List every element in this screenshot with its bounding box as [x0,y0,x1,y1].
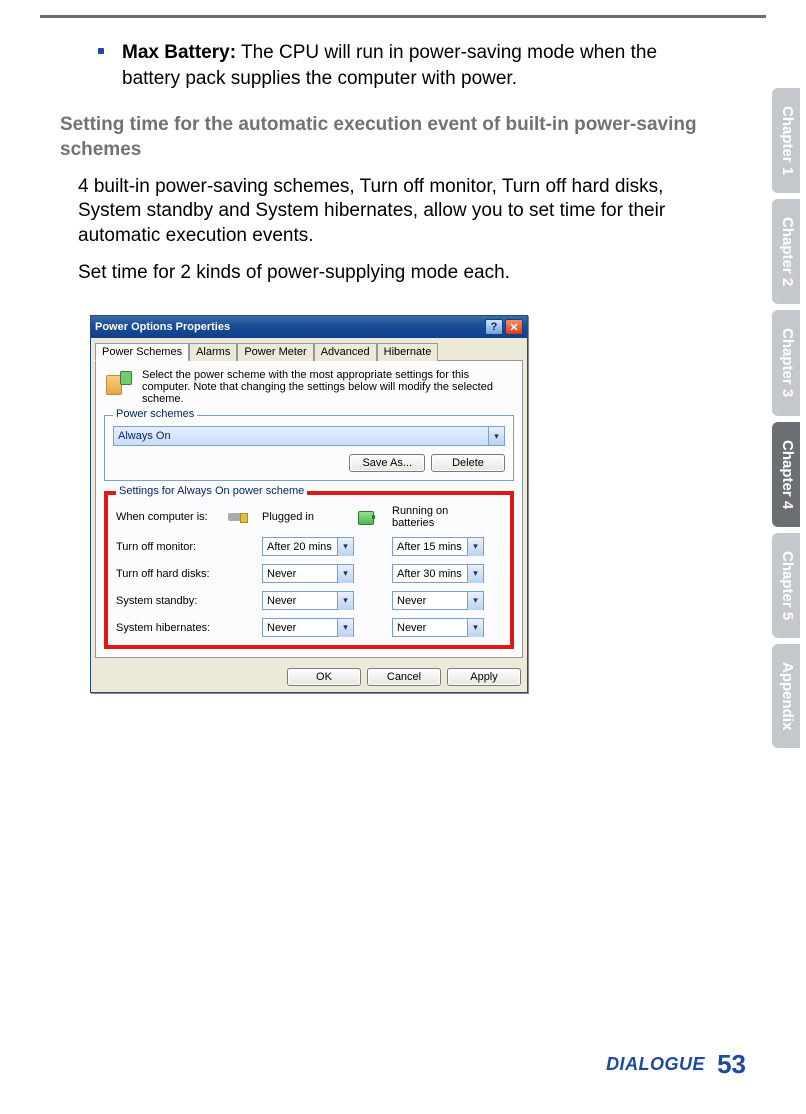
tab-panel: Select the power scheme with the most ap… [95,360,523,658]
panel-description-row: Select the power scheme with the most ap… [104,369,514,405]
hibernate-battery-select[interactable]: Never ▾ [392,618,484,637]
side-tab-chapter-3[interactable]: Chapter 3 [772,310,800,415]
side-tab-appendix[interactable]: Appendix [772,644,800,748]
select-value: Never [397,622,426,634]
page-number: 53 [717,1049,746,1080]
side-tabs: Chapter 1 Chapter 2 Chapter 3 Chapter 4 … [772,88,800,748]
select-value: Never [267,622,296,634]
close-button[interactable]: ✕ [505,319,523,335]
dialog-tabbar: Power Schemes Alarms Power Meter Advance… [91,338,527,360]
row-label: Turn off hard disks: [116,568,226,580]
paragraph-2: Set time for 2 kinds of power-supplying … [78,261,720,286]
section-heading: Setting time for the automatic execution… [60,113,720,162]
side-tab-chapter-2[interactable]: Chapter 2 [772,199,800,304]
select-value: Never [397,595,426,607]
chevron-down-icon: ▾ [467,592,483,610]
chevron-down-icon: ▾ [467,538,483,556]
standby-plugged-select[interactable]: Never ▾ [262,591,354,610]
delete-button[interactable]: Delete [431,454,505,472]
select-value: Never [267,568,296,580]
chevron-down-icon: ▾ [337,592,353,610]
tab-hibernate[interactable]: Hibernate [377,343,439,361]
page-content: Max Battery: The CPU will run in power-s… [60,40,720,693]
side-tab-chapter-4[interactable]: Chapter 4 [772,422,800,527]
turn-off-monitor-battery-select[interactable]: After 15 mins ▾ [392,537,484,556]
select-value: Never [267,595,296,607]
chevron-down-icon: ▾ [467,619,483,637]
brand-logo: DIALOGUE [606,1054,705,1075]
power-schemes-legend: Power schemes [113,408,197,420]
settings-grid: When computer is: Plugged in Running on … [116,505,502,637]
ok-button[interactable]: OK [287,668,361,686]
row-label: System standby: [116,595,226,607]
bullet-title: Max Battery: [122,42,236,63]
top-rule [40,15,766,18]
help-button[interactable]: ? [485,319,503,335]
tab-alarms[interactable]: Alarms [189,343,237,361]
hibernate-plugged-select[interactable]: Never ▾ [262,618,354,637]
tab-power-schemes[interactable]: Power Schemes [95,343,189,361]
bullet-text: Max Battery: The CPU will run in power-s… [122,40,720,91]
row-label: System hibernates: [116,622,226,634]
tab-advanced[interactable]: Advanced [314,343,377,361]
cancel-button[interactable]: Cancel [367,668,441,686]
dialog-title: Power Options Properties [95,321,230,333]
settings-fieldset: Settings for Always On power scheme When… [104,491,514,649]
chevron-down-icon: ▾ [337,565,353,583]
page-footer: DIALOGUE 53 [606,1049,746,1080]
select-value: After 20 mins [267,541,332,553]
power-icon [104,369,134,399]
power-schemes-fieldset: Power schemes Always On ▾ Save As... Del… [104,415,514,481]
plug-icon [226,507,250,527]
panel-description: Select the power scheme with the most ap… [142,369,514,405]
paragraph-1: 4 built-in power-saving schemes, Turn of… [78,175,720,249]
chevron-down-icon: ▾ [337,538,353,556]
turn-off-hdd-battery-select[interactable]: After 30 mins ▾ [392,564,484,583]
battery-icon [356,507,380,527]
side-tab-chapter-5[interactable]: Chapter 5 [772,533,800,638]
col2-header: Running on batteries [392,505,476,529]
power-scheme-select[interactable]: Always On ▾ [113,426,505,446]
chevron-down-icon: ▾ [467,565,483,583]
col1-header: Plugged in [262,511,342,523]
tab-power-meter[interactable]: Power Meter [237,343,313,361]
dialog-titlebar[interactable]: Power Options Properties ? ✕ [91,316,527,338]
apply-button[interactable]: Apply [447,668,521,686]
turn-off-monitor-plugged-select[interactable]: After 20 mins ▾ [262,537,354,556]
row-label: Turn off monitor: [116,541,226,553]
standby-battery-select[interactable]: Never ▾ [392,591,484,610]
side-tab-chapter-1[interactable]: Chapter 1 [772,88,800,193]
bullet-icon [98,48,104,54]
save-as-button[interactable]: Save As... [349,454,425,472]
select-value: After 15 mins [397,541,462,553]
chevron-down-icon: ▾ [337,619,353,637]
header-label: When computer is: [116,511,226,523]
select-value: After 30 mins [397,568,462,580]
turn-off-hdd-plugged-select[interactable]: Never ▾ [262,564,354,583]
power-options-dialog: Power Options Properties ? ✕ Power Schem… [90,315,528,693]
settings-legend: Settings for Always On power scheme [116,485,307,497]
chevron-down-icon: ▾ [488,427,504,445]
dialog-footer: OK Cancel Apply [91,662,527,692]
power-scheme-value: Always On [118,430,171,442]
bullet-item: Max Battery: The CPU will run in power-s… [60,40,720,91]
